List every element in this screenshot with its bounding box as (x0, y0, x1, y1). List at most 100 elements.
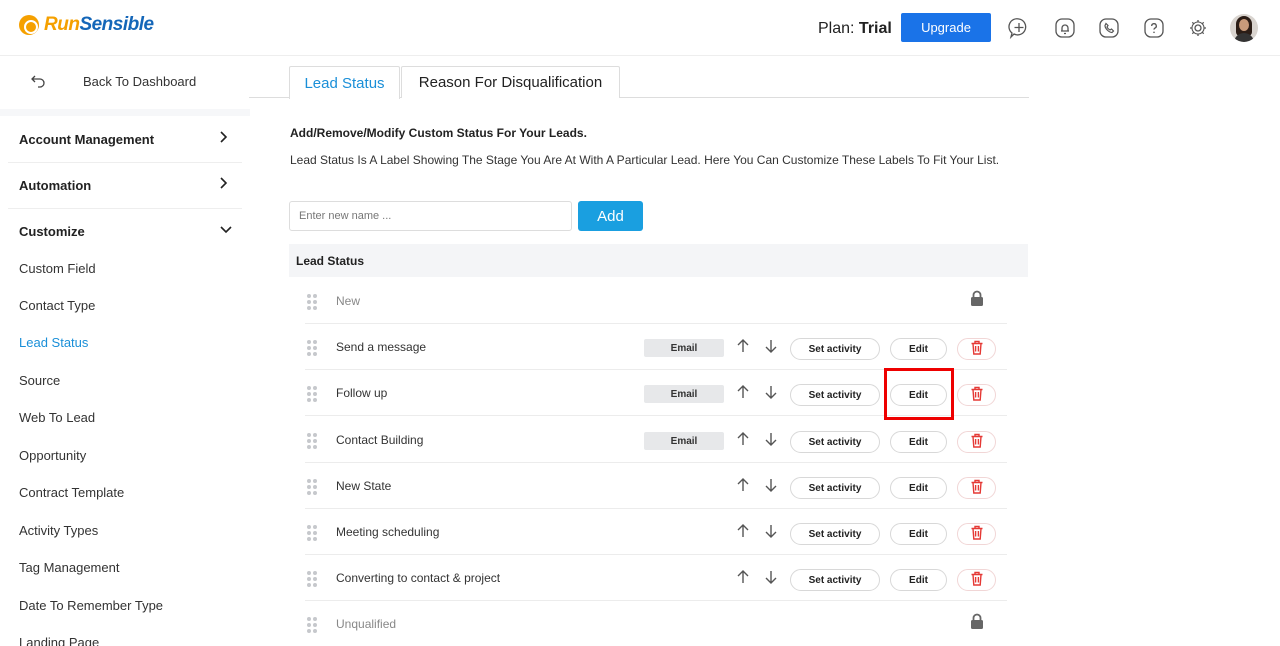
sidebar-item-date-to-remember-type[interactable]: Date To Remember Type (19, 598, 163, 613)
highlight-annotation-box (884, 368, 954, 420)
tab-reason-for-disqualification[interactable]: Reason For Disqualification (401, 66, 620, 98)
table-row: New (305, 278, 1007, 324)
sidebar-section-account-management[interactable]: Account Management (19, 132, 154, 147)
delete-button[interactable] (957, 384, 996, 406)
plan-indicator: Plan: Trial (818, 20, 892, 38)
delete-button[interactable] (957, 569, 996, 591)
status-name: Unqualified (336, 617, 397, 631)
email-button[interactable]: Email (644, 432, 724, 450)
chevron-right-icon[interactable] (218, 176, 230, 195)
trash-icon (970, 386, 984, 404)
notification-bell-icon[interactable] (1054, 17, 1076, 39)
arrow-up-icon[interactable] (736, 477, 750, 493)
arrow-down-icon[interactable] (764, 431, 778, 447)
lead-status-tabs: Lead Status Reason For Disqualification (249, 66, 1029, 99)
table-header-label: Lead Status (296, 254, 365, 268)
sidebar-item-landing-page[interactable]: Landing Page (19, 635, 99, 646)
edit-button[interactable]: Edit (890, 338, 947, 360)
arrow-up-icon[interactable] (736, 431, 750, 447)
delete-button[interactable] (957, 431, 996, 453)
logo-mark-icon (19, 15, 39, 35)
arrow-up-icon[interactable] (736, 569, 750, 585)
edit-button[interactable]: Edit (890, 477, 947, 499)
set-activity-button[interactable]: Set activity (790, 569, 880, 591)
drag-handle-icon[interactable] (305, 524, 319, 541)
arrow-down-icon[interactable] (764, 477, 778, 493)
set-activity-button[interactable]: Set activity (790, 384, 880, 406)
drag-handle-icon[interactable] (305, 432, 319, 449)
lock-icon (970, 613, 984, 634)
user-avatar[interactable] (1230, 14, 1258, 42)
arrow-up-icon[interactable] (736, 384, 750, 400)
logo-run-text: Run (44, 14, 80, 35)
status-name: Send a message (336, 340, 427, 354)
arrow-up-icon[interactable] (736, 338, 750, 354)
settings-gear-icon[interactable] (1187, 17, 1209, 39)
edit-button[interactable]: Edit (890, 431, 947, 453)
status-name: Converting to contact & project (336, 571, 501, 585)
add-bubble-icon[interactable] (1008, 17, 1030, 39)
status-name: New (336, 294, 361, 308)
set-activity-button[interactable]: Set activity (790, 431, 880, 453)
set-activity-button[interactable]: Set activity (790, 477, 880, 499)
add-status-button[interactable]: Add (578, 201, 643, 231)
email-button[interactable]: Email (644, 385, 724, 403)
sidebar-section-automation[interactable]: Automation (19, 178, 91, 193)
email-button[interactable]: Email (644, 339, 724, 357)
lead-status-table-header: Lead Status (289, 244, 1028, 277)
delete-button[interactable] (957, 338, 996, 360)
upgrade-button[interactable]: Upgrade (901, 13, 991, 42)
plan-value: Trial (858, 20, 892, 37)
drag-handle-icon[interactable] (305, 570, 319, 587)
sidebar-item-custom-field[interactable]: Custom Field (19, 261, 96, 276)
set-activity-button[interactable]: Set activity (790, 338, 880, 360)
delete-button[interactable] (957, 477, 996, 499)
delete-button[interactable] (957, 523, 996, 545)
sidebar-item-source[interactable]: Source (19, 373, 60, 388)
chevron-right-icon[interactable] (218, 130, 230, 149)
trash-icon (970, 433, 984, 451)
plan-label: Plan: (818, 20, 855, 37)
arrow-down-icon[interactable] (764, 384, 778, 400)
section-description: Lead Status Is A Label Showing The Stage… (290, 153, 1000, 167)
drag-handle-icon[interactable] (305, 478, 319, 495)
sidebar-item-web-to-lead[interactable]: Web To Lead (19, 410, 95, 425)
sidebar-item-contract-template[interactable]: Contract Template (19, 485, 124, 500)
sidebar-section-customize[interactable]: Customize (19, 224, 85, 239)
settings-sidebar: Back To Dashboard Account Management Aut… (0, 56, 250, 646)
lock-icon (970, 290, 984, 311)
tab-lead-status[interactable]: Lead Status (289, 66, 400, 99)
table-row: Meeting scheduling Set activity Edit (305, 509, 1007, 555)
set-activity-button[interactable]: Set activity (790, 523, 880, 545)
arrow-down-icon[interactable] (764, 338, 778, 354)
sidebar-item-contact-type[interactable]: Contact Type (19, 298, 95, 313)
table-row: Send a message Email Set activity Edit (305, 324, 1007, 370)
sidebar-item-lead-status[interactable]: Lead Status (19, 335, 88, 350)
drag-handle-icon[interactable] (305, 293, 319, 310)
status-name: Contact Building (336, 433, 424, 447)
arrow-down-icon[interactable] (764, 523, 778, 539)
edit-button[interactable]: Edit (890, 523, 947, 545)
status-name: Meeting scheduling (336, 525, 440, 539)
chevron-down-icon[interactable] (219, 223, 233, 241)
trash-icon (970, 571, 984, 589)
new-status-name-input[interactable] (289, 201, 572, 231)
back-to-dashboard-link[interactable]: Back To Dashboard (8, 56, 242, 108)
arrow-down-icon[interactable] (764, 569, 778, 585)
runsensible-logo[interactable]: RunSensible (19, 14, 154, 36)
trash-icon (970, 479, 984, 497)
drag-handle-icon[interactable] (305, 616, 319, 633)
sidebar-item-opportunity[interactable]: Opportunity (19, 448, 86, 463)
sidebar-item-tag-management[interactable]: Tag Management (19, 560, 119, 575)
drag-handle-icon[interactable] (305, 339, 319, 356)
phone-icon[interactable] (1098, 17, 1120, 39)
arrow-up-icon[interactable] (736, 523, 750, 539)
table-row: New State Set activity Edit (305, 463, 1007, 509)
edit-button[interactable]: Edit (890, 569, 947, 591)
section-heading: Add/Remove/Modify Custom Status For Your… (290, 126, 587, 140)
status-name: New State (336, 479, 392, 493)
sidebar-item-activity-types[interactable]: Activity Types (19, 523, 98, 538)
drag-handle-icon[interactable] (305, 385, 319, 402)
back-to-dashboard-label: Back To Dashboard (83, 74, 197, 89)
help-icon[interactable] (1143, 17, 1165, 39)
